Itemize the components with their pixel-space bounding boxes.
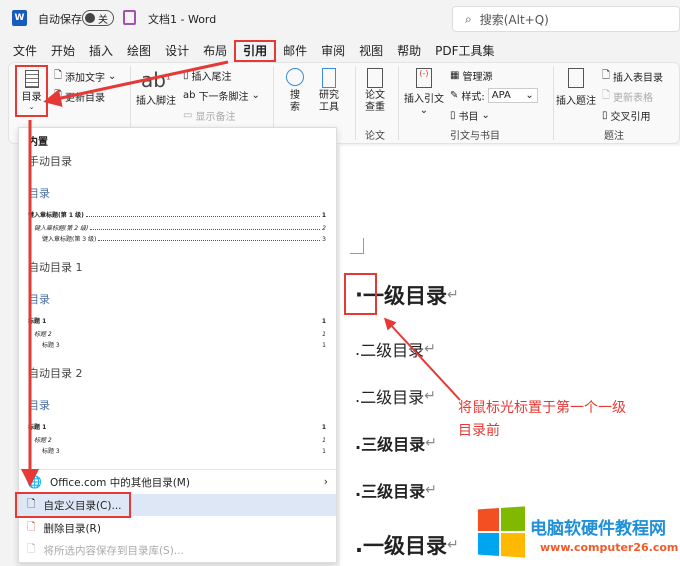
arrow-tab-to-toc: [43, 60, 229, 107]
arrow-annotation-to-cursor: [383, 317, 461, 401]
watermark-name: 电脑软硬件教程网: [530, 519, 666, 539]
annotation-arrows: [21, 60, 461, 487]
watermark-logo: [477, 506, 526, 558]
watermark-url: www.computer26.com: [540, 541, 679, 554]
